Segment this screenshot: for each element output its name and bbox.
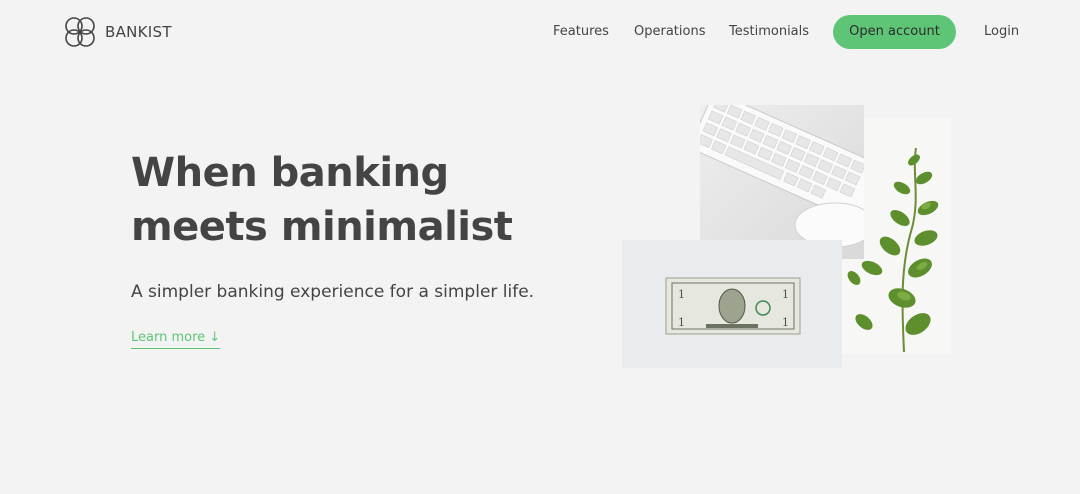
logo-text: BANKIST — [105, 23, 172, 41]
svg-text:1: 1 — [782, 316, 789, 329]
keyboard-image — [700, 105, 864, 259]
bankist-logo-icon — [65, 17, 95, 47]
learn-more-link[interactable]: Learn more ↓ — [131, 329, 221, 349]
dollar-bill-illustration: 1 1 1 1 — [665, 277, 801, 335]
hero-title: When banking meets minimalist — [131, 146, 591, 254]
keyboard-illustration — [700, 105, 864, 248]
nav-link-features[interactable]: Features — [553, 15, 609, 49]
logo[interactable]: BANKIST — [63, 15, 172, 49]
nav-link-testimonials[interactable]: Testimonials — [729, 15, 809, 49]
dollar-bill-image: 1 1 1 1 — [622, 240, 842, 368]
open-account-button[interactable]: Open account — [833, 15, 956, 49]
svg-text:1: 1 — [782, 288, 789, 301]
svg-text:1: 1 — [678, 316, 685, 329]
page: BANKIST Features Operations Testimonials… — [0, 0, 1080, 494]
hero-title-word: meets — [131, 204, 268, 250]
nav-links: Features Operations Testimonials Open ac… — [540, 15, 1040, 49]
hero-subtitle: A simpler banking experience for a simpl… — [131, 282, 535, 302]
login-link[interactable]: Login — [984, 15, 1019, 49]
svg-text:1: 1 — [678, 288, 685, 301]
top-navigation: BANKIST Features Operations Testimonials… — [0, 0, 1080, 64]
hero-highlight-banking: banking — [271, 146, 450, 200]
nav-link-operations[interactable]: Operations — [634, 15, 705, 49]
hero-title-word: When — [131, 150, 258, 196]
hero-highlight-minimalist: minimalist — [281, 200, 513, 254]
